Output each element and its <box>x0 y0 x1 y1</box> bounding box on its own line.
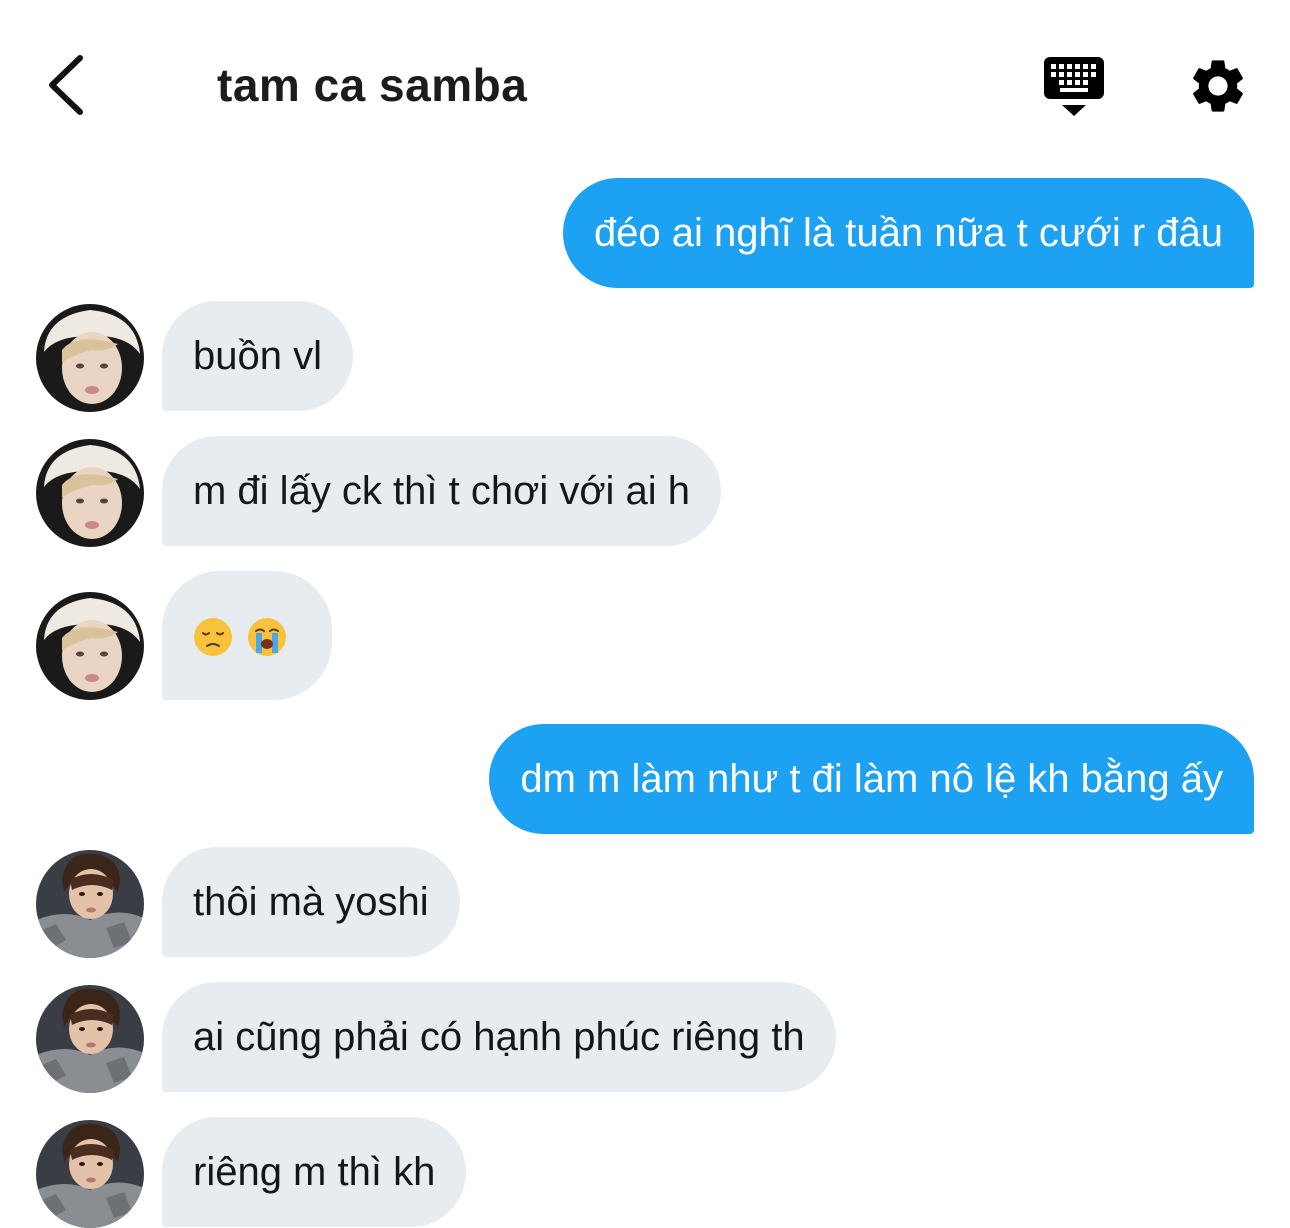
message-bubble-incoming-emoji[interactable] <box>162 571 332 700</box>
sender-avatar[interactable] <box>36 439 144 547</box>
disappointed-face-emoji <box>194 618 232 657</box>
message-bubble-incoming[interactable]: thôi mà yoshi <box>162 847 460 957</box>
conversation-header: tam ca samba <box>0 0 1290 160</box>
chevron-left-icon <box>49 55 83 115</box>
gear-icon <box>1193 60 1243 112</box>
message-bubble-outgoing[interactable]: dm m làm như t đi làm nô lệ kh bằng ấy <box>489 724 1254 834</box>
sender-avatar[interactable] <box>36 304 144 412</box>
message-bubble-outgoing[interactable]: đéo ai nghĩ là tuần nữa t cưới r đâu <box>562 178 1254 288</box>
sender-avatar[interactable] <box>36 1120 144 1228</box>
message-bubble-incoming[interactable]: buồn vl <box>162 301 353 411</box>
conversation-title[interactable]: tam ca samba <box>217 58 527 112</box>
message-bubble-incoming[interactable]: ai cũng phải có hạnh phúc riêng th <box>162 982 836 1092</box>
back-button[interactable] <box>40 50 100 120</box>
message-bubble-incoming[interactable]: m đi lấy ck thì t chơi với ai h <box>162 436 722 546</box>
keyboard-toggle-button[interactable] <box>1040 55 1108 119</box>
message-bubble-incoming[interactable]: riêng m thì kh <box>162 1117 467 1227</box>
sender-avatar[interactable] <box>36 592 144 700</box>
sender-avatar[interactable] <box>36 985 144 1093</box>
loudly-crying-face-emoji <box>248 618 286 657</box>
keyboard-icon <box>1044 57 1104 116</box>
sender-avatar[interactable] <box>36 850 144 958</box>
settings-button[interactable] <box>1186 54 1250 118</box>
